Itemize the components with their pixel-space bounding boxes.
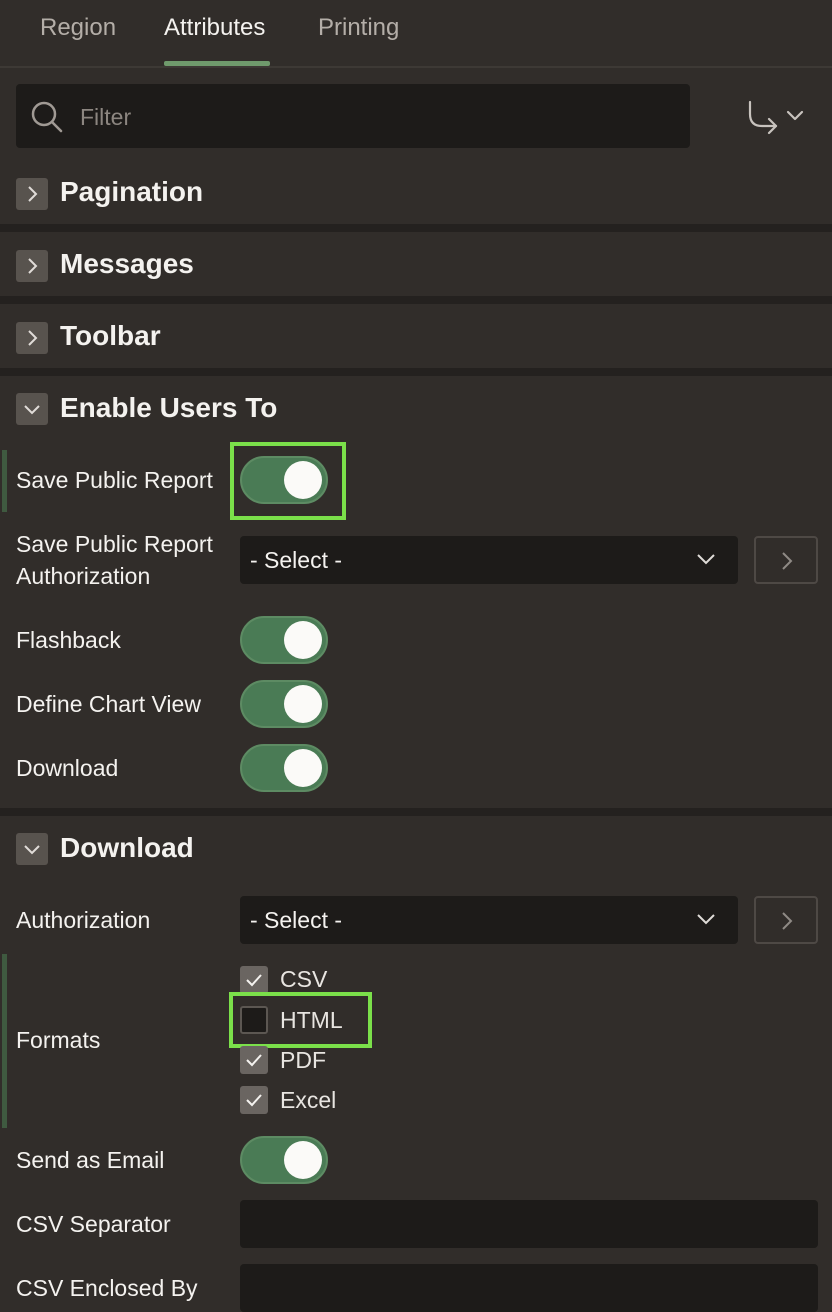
excel-checkbox-label[interactable]: Excel — [280, 1087, 336, 1114]
checkmark-icon — [246, 1054, 262, 1067]
enable-users-to-collapse-button[interactable] — [16, 393, 48, 425]
toolbar-expand-button[interactable] — [16, 322, 48, 354]
switch-knob — [284, 621, 322, 659]
filter-input[interactable]: Filter — [16, 84, 690, 148]
section-title-toolbar[interactable]: Toolbar — [60, 320, 161, 352]
switch-knob — [284, 749, 322, 787]
tab-bar: Region Attributes Printing — [0, 0, 832, 68]
switch-knob — [284, 1141, 322, 1179]
csv-enclosed-by-input[interactable] — [240, 1264, 818, 1312]
chevron-right-icon — [28, 330, 38, 346]
csv-enclosed-by-label: CSV Enclosed By — [16, 1275, 198, 1301]
chevron-right-icon — [782, 912, 793, 930]
csv-separator-input[interactable] — [240, 1200, 818, 1248]
pdf-checkbox-label[interactable]: PDF — [280, 1047, 326, 1074]
section-title-messages[interactable]: Messages — [60, 248, 194, 280]
chevron-down-icon — [697, 554, 715, 565]
section-divider — [0, 368, 832, 376]
section-divider — [0, 808, 832, 816]
download-authorization-label: Authorization — [16, 907, 151, 933]
highlight-box — [230, 442, 346, 520]
send-as-email-label: Send as Email — [16, 1147, 165, 1173]
messages-expand-button[interactable] — [16, 250, 48, 282]
define-chart-view-switch[interactable] — [240, 680, 328, 728]
download-authorization-select[interactable]: - Select - — [240, 896, 738, 944]
save-public-report-auth-select[interactable]: - Select - — [240, 536, 738, 584]
chevron-down-icon — [697, 914, 715, 925]
chevron-down-icon — [24, 845, 40, 855]
checkmark-icon — [246, 974, 262, 987]
highlight-box — [229, 992, 372, 1048]
pdf-checkbox[interactable] — [240, 1046, 268, 1074]
download-enable-switch[interactable] — [240, 744, 328, 792]
tab-region[interactable]: Region — [40, 14, 116, 42]
checkmark-icon — [246, 1094, 262, 1107]
flashback-label: Flashback — [16, 627, 121, 653]
csv-checkbox-label[interactable]: CSV — [280, 966, 327, 993]
formats-label: Formats — [16, 1027, 101, 1053]
chevron-right-icon — [28, 258, 38, 274]
save-public-report-auth-label-line1: Save Public Report — [16, 531, 213, 557]
define-chart-view-label: Define Chart View — [16, 691, 201, 717]
pagination-expand-button[interactable] — [16, 178, 48, 210]
filter-placeholder: Filter — [80, 104, 132, 130]
save-public-report-label: Save Public Report — [16, 467, 213, 493]
chevron-down-icon — [24, 405, 40, 415]
save-public-report-auth-label-line2: Authorization — [16, 563, 151, 589]
section-title-download[interactable]: Download — [60, 832, 194, 864]
go-to-group-icon[interactable] — [742, 96, 812, 136]
csv-checkbox[interactable] — [240, 966, 268, 994]
excel-checkbox[interactable] — [240, 1086, 268, 1114]
switch-knob — [284, 685, 322, 723]
select-value: - Select - — [250, 547, 343, 573]
download-enable-label: Download — [16, 755, 119, 781]
save-public-report-auth-list-button[interactable] — [754, 536, 818, 584]
select-value: - Select - — [250, 907, 343, 933]
flashback-switch[interactable] — [240, 616, 328, 664]
active-tab-indicator — [164, 61, 270, 66]
changed-indicator — [2, 954, 7, 1128]
section-divider — [0, 224, 832, 232]
tab-attributes[interactable]: Attributes — [164, 14, 265, 42]
csv-separator-label: CSV Separator — [16, 1211, 171, 1237]
search-icon — [31, 101, 63, 133]
send-as-email-switch[interactable] — [240, 1136, 328, 1184]
section-title-pagination[interactable]: Pagination — [60, 176, 203, 208]
tab-printing[interactable]: Printing — [318, 14, 399, 42]
download-authorization-list-button[interactable] — [754, 896, 818, 944]
section-title-enable-users-to[interactable]: Enable Users To — [60, 392, 277, 424]
download-collapse-button[interactable] — [16, 833, 48, 865]
chevron-right-icon — [782, 552, 793, 570]
changed-indicator — [2, 450, 7, 512]
section-divider — [0, 296, 832, 304]
chevron-right-icon — [28, 186, 38, 202]
